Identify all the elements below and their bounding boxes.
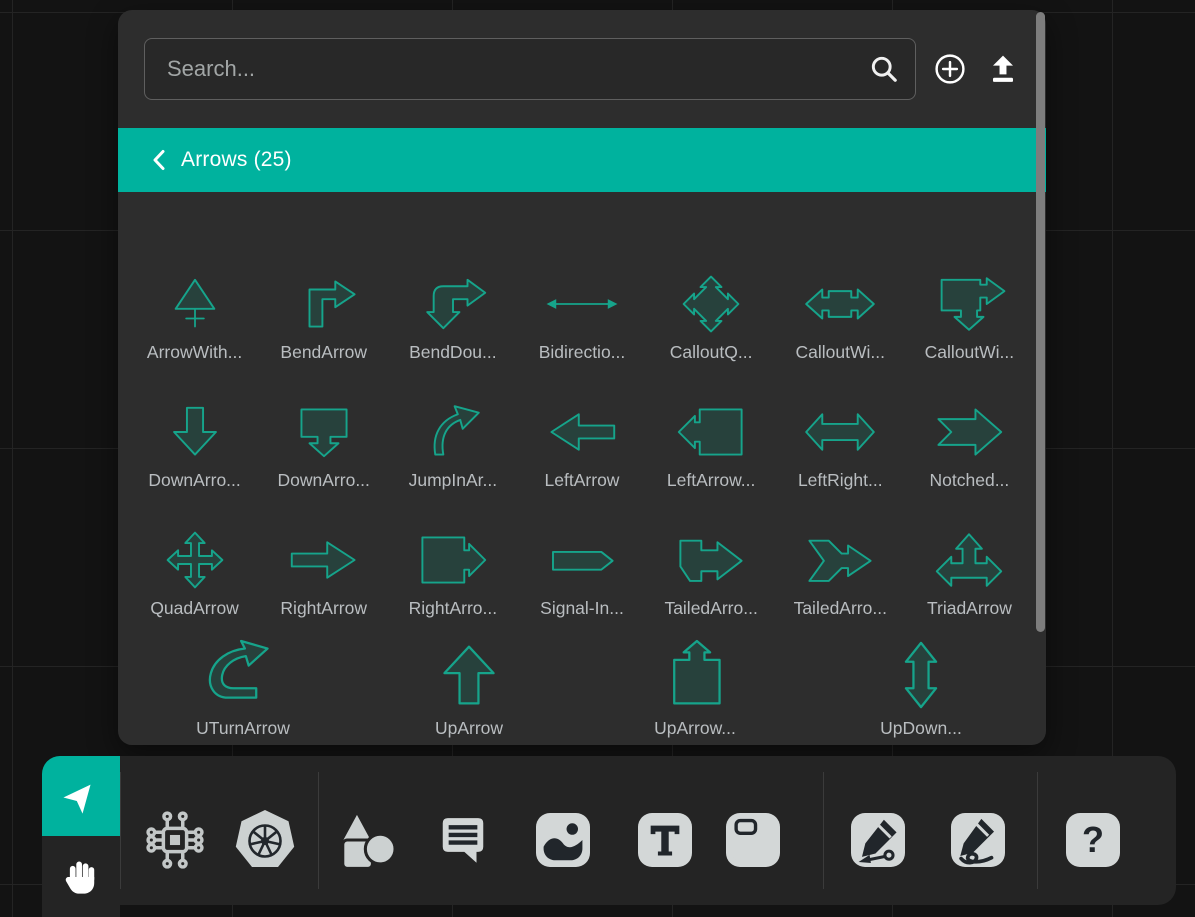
category-header[interactable]: Arrows (25) — [118, 128, 1046, 192]
shape-item[interactable]: JumpInAr... — [388, 370, 517, 490]
pen-squiggle-icon — [951, 813, 1005, 867]
shape-row: ArrowWith... BendArrow BendDou... Bi — [130, 242, 1034, 362]
cursor-icon — [62, 777, 100, 815]
comment-icon — [436, 813, 490, 867]
toolbar-divider — [120, 772, 121, 889]
shape-item[interactable]: LeftArrow... — [647, 370, 776, 490]
jump-in-arrow-icon — [403, 403, 503, 461]
bend-double-arrow-icon — [403, 275, 503, 333]
pen-arrow-icon — [851, 813, 905, 867]
callout-left-right-arrow-icon — [790, 275, 890, 333]
shape-item[interactable]: LeftRight... — [776, 370, 905, 490]
shape-item[interactable]: UpArrow... — [582, 626, 808, 738]
pointer-tool-group — [42, 756, 120, 917]
circuit-icon — [144, 809, 206, 871]
quad-arrow-icon — [145, 531, 245, 589]
shape-item[interactable]: UTurnArrow — [130, 626, 356, 738]
shape-item[interactable]: BendDou... — [388, 242, 517, 362]
pan-tool-button[interactable] — [42, 836, 120, 917]
up-down-arrow-icon — [871, 641, 971, 709]
right-arrow-callout-icon — [403, 531, 503, 589]
bidirectional-arrow-icon — [532, 275, 632, 333]
search-icon — [868, 53, 900, 85]
toolbar-divider — [318, 772, 319, 889]
search-input[interactable] — [144, 38, 916, 100]
note-icon — [726, 813, 780, 867]
shape-item[interactable]: UpDown... — [808, 626, 1034, 738]
image-tool-button[interactable] — [536, 813, 590, 867]
canvas[interactable]: { "panel": { "search": { "placeholder": … — [0, 0, 1195, 917]
shape-item[interactable]: TriadArrow — [905, 498, 1034, 618]
freehand-pen-button[interactable] — [951, 813, 1005, 867]
notched-right-arrow-icon — [919, 403, 1019, 461]
shape-item[interactable]: LeftArrow — [517, 370, 646, 490]
kubernetes-tool-button[interactable] — [233, 808, 297, 872]
callout-right-down-arrow-icon — [919, 275, 1019, 333]
comment-tool-button[interactable] — [436, 813, 490, 867]
shapes-icon — [335, 809, 397, 871]
image-icon — [536, 813, 590, 867]
arrow-with-tail-icon — [145, 275, 245, 333]
shape-item[interactable]: BendArrow — [259, 242, 388, 362]
shape-item[interactable]: UpArrow — [356, 626, 582, 738]
tailed-arrow-icon — [661, 531, 761, 589]
text-icon — [638, 813, 692, 867]
shape-item[interactable]: TailedArro... — [647, 498, 776, 618]
callout-quad-arrow-icon — [661, 275, 761, 333]
circuit-tool-button[interactable] — [143, 808, 207, 872]
note-tool-button[interactable] — [726, 813, 780, 867]
shape-row: DownArro... DownArro... JumpInAr... Left… — [130, 370, 1034, 490]
tailed-arrow-2-icon — [790, 531, 890, 589]
search-box — [144, 38, 916, 100]
shape-row: QuadArrow RightArrow RightArro... Signal… — [130, 498, 1034, 618]
panel-scrollbar[interactable] — [1036, 12, 1045, 632]
left-right-arrow-icon — [790, 403, 890, 461]
bend-arrow-icon — [274, 275, 374, 333]
hand-icon — [61, 856, 101, 898]
connector-pen-button[interactable] — [851, 813, 905, 867]
shapes-tool-button[interactable] — [334, 808, 398, 872]
shape-item[interactable]: QuadArrow — [130, 498, 259, 618]
toolbar-divider — [1037, 772, 1038, 889]
shapes-grid: ArrowWith... BendArrow BendDou... Bi — [118, 192, 1046, 745]
left-arrow-icon — [532, 403, 632, 461]
triad-arrow-icon — [919, 531, 1019, 589]
down-arrow-callout-icon — [274, 403, 374, 461]
shape-item[interactable]: RightArrow — [259, 498, 388, 618]
shape-item[interactable]: DownArro... — [259, 370, 388, 490]
category-label: Arrows (25) — [181, 148, 292, 172]
up-arrow-callout-icon — [645, 641, 745, 709]
down-arrow-icon — [145, 403, 245, 461]
shape-item[interactable]: ArrowWith... — [130, 242, 259, 362]
left-arrow-callout-icon — [661, 403, 761, 461]
shape-row: UTurnArrow UpArrow UpArrow... UpDown... — [130, 626, 1034, 738]
bottom-toolbar: ? — [42, 756, 1176, 905]
select-tool-button[interactable] — [42, 756, 120, 836]
shape-item[interactable]: Notched... — [905, 370, 1034, 490]
right-arrow-icon — [274, 531, 374, 589]
upload-button[interactable] — [984, 50, 1022, 88]
add-shape-button[interactable] — [931, 50, 969, 88]
toolbar-divider — [823, 772, 824, 889]
help-button[interactable]: ? — [1066, 813, 1120, 867]
text-tool-button[interactable] — [638, 813, 692, 867]
shape-item[interactable]: Bidirectio... — [517, 242, 646, 362]
back-chevron-icon — [151, 149, 166, 171]
shape-item[interactable]: CalloutQ... — [647, 242, 776, 362]
shape-item[interactable]: RightArro... — [388, 498, 517, 618]
upload-icon — [987, 53, 1019, 85]
shape-item[interactable]: TailedArro... — [776, 498, 905, 618]
signal-in-icon — [532, 531, 632, 589]
shape-library-panel: Arrows (25) ArrowWith... BendArrow — [118, 10, 1046, 745]
shape-item[interactable]: CalloutWi... — [905, 242, 1034, 362]
shape-item[interactable]: Signal-In... — [517, 498, 646, 618]
u-turn-arrow-icon — [193, 641, 293, 709]
plus-circle-icon — [933, 52, 967, 86]
shape-item[interactable]: CalloutWi... — [776, 242, 905, 362]
kubernetes-icon — [233, 808, 297, 872]
shape-item[interactable]: DownArro... — [130, 370, 259, 490]
up-arrow-icon — [419, 641, 519, 709]
search-row — [144, 38, 1022, 100]
question-mark: ? — [1082, 822, 1104, 858]
